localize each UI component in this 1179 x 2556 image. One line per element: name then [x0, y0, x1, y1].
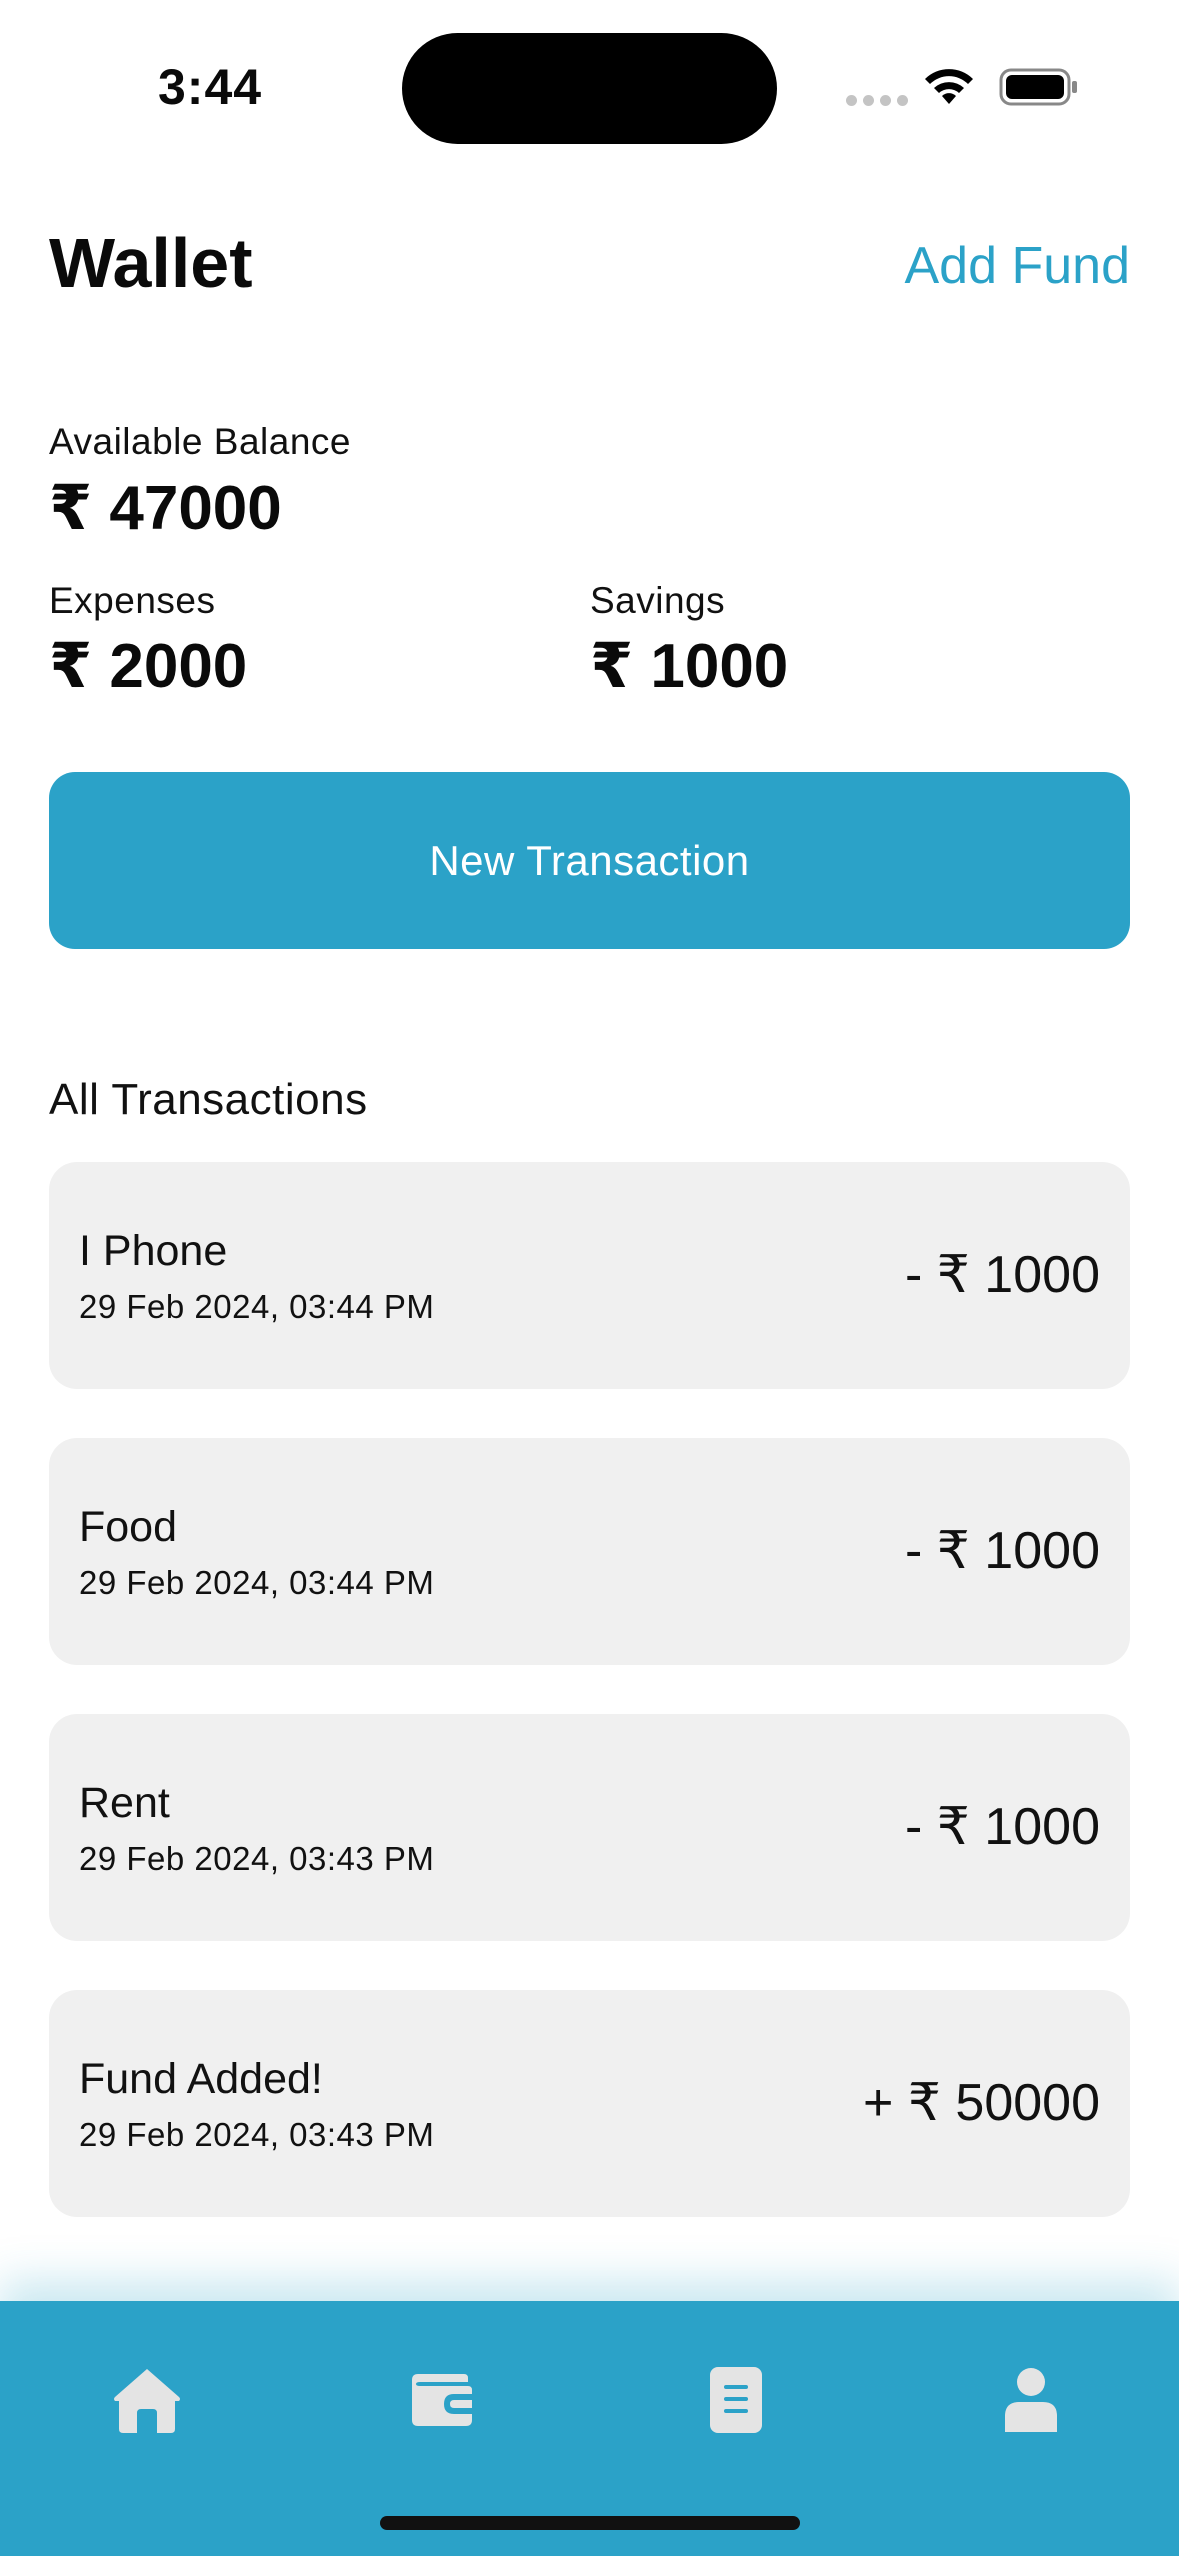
- available-balance-amount: ₹ 47000: [49, 474, 282, 543]
- transaction-card[interactable]: Rent 29 Feb 2024, 03:43 PM - ₹ 1000: [49, 1714, 1130, 1941]
- transaction-date: 29 Feb 2024, 03:44 PM: [79, 1564, 435, 1601]
- nav-home[interactable]: [92, 2345, 202, 2455]
- transaction-name: Fund Added!: [79, 2055, 323, 2103]
- transaction-date: 29 Feb 2024, 03:44 PM: [79, 1288, 435, 1325]
- wallet-icon: [412, 2374, 472, 2426]
- transaction-date: 29 Feb 2024, 03:43 PM: [79, 1840, 435, 1877]
- transaction-amount: - ₹ 1000: [905, 1798, 1100, 1856]
- transaction-name: I Phone: [79, 1227, 228, 1275]
- transaction-date: 29 Feb 2024, 03:43 PM: [79, 2116, 435, 2153]
- transaction-name: Rent: [79, 1779, 170, 1827]
- new-transaction-button[interactable]: New Transaction: [49, 772, 1130, 949]
- add-fund-button[interactable]: Add Fund: [905, 240, 1131, 292]
- page-title: Wallet: [49, 224, 253, 302]
- nav-profile[interactable]: [976, 2345, 1086, 2455]
- dynamic-island: [402, 33, 777, 144]
- transaction-card[interactable]: Food 29 Feb 2024, 03:44 PM - ₹ 1000: [49, 1438, 1130, 1665]
- savings-amount: ₹ 1000: [590, 632, 789, 701]
- available-balance-label: Available Balance: [49, 421, 351, 462]
- battery-icon: [999, 68, 1077, 106]
- cellular-dots-icon: [846, 95, 908, 106]
- status-time: 3:44: [158, 59, 263, 115]
- expenses-label: Expenses: [49, 580, 216, 621]
- transaction-card[interactable]: I Phone 29 Feb 2024, 03:44 PM - ₹ 1000: [49, 1162, 1130, 1389]
- wifi-icon: [925, 69, 973, 104]
- transaction-list: I Phone 29 Feb 2024, 03:44 PM - ₹ 1000 F…: [49, 1162, 1130, 2266]
- home-icon: [114, 2369, 180, 2433]
- expenses-amount: ₹ 2000: [49, 632, 248, 701]
- home-indicator[interactable]: [380, 2516, 800, 2530]
- all-transactions-title: All Transactions: [49, 1075, 368, 1124]
- nav-document[interactable]: [681, 2345, 791, 2455]
- profile-icon: [1005, 2368, 1057, 2432]
- transaction-name: Food: [79, 1503, 178, 1551]
- nav-wallet[interactable]: [387, 2345, 497, 2455]
- transaction-amount: - ₹ 1000: [905, 1246, 1100, 1304]
- transaction-card[interactable]: Fund Added! 29 Feb 2024, 03:43 PM + ₹ 50…: [49, 1990, 1130, 2217]
- transaction-amount: - ₹ 1000: [905, 1522, 1100, 1580]
- savings-label: Savings: [590, 580, 726, 621]
- document-icon: [710, 2367, 762, 2433]
- transaction-amount: + ₹ 50000: [863, 2074, 1100, 2132]
